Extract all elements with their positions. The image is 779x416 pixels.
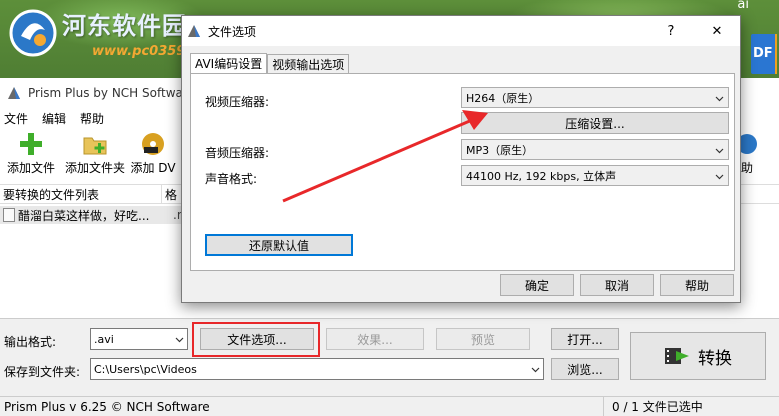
ok-button[interactable]: 确定 — [500, 274, 574, 296]
dvd-icon — [142, 133, 164, 155]
plus-icon — [20, 133, 42, 155]
file-options-dialog: 文件选项 ? ✕ AVI编码设置 视频输出选项 视频压缩器: H264（原生） … — [181, 15, 741, 303]
desktop-side-badge[interactable]: DF — [751, 34, 777, 74]
chevron-down-icon — [715, 96, 724, 102]
app-title: Prism Plus by NCH Software — [28, 86, 195, 100]
dialog-titlebar[interactable]: 文件选项 ? ✕ — [182, 16, 740, 46]
sound-format-label: 声音格式: — [205, 172, 258, 186]
desktop-corner-text: ai — [737, 0, 749, 12]
video-codec-value: H264（原生） — [466, 91, 540, 105]
tab-video-output[interactable]: 视频输出选项 — [267, 54, 350, 73]
effects-button[interactable]: 效果... — [326, 328, 424, 350]
add-file-button[interactable]: 添加文件 — [0, 130, 62, 180]
output-format-value: .avi — [94, 332, 114, 346]
open-button[interactable]: 打开... — [551, 328, 619, 350]
help-button[interactable]: 帮助 — [660, 274, 734, 296]
chevron-down-icon — [531, 367, 540, 373]
chevron-down-icon — [175, 337, 184, 343]
output-format-label: 输出格式: — [4, 335, 57, 349]
output-format-select[interactable]: .avi — [90, 328, 188, 350]
menu-file[interactable]: 文件 — [4, 110, 28, 127]
list-item-name: 醋溜白菜这样做，好吃... — [18, 208, 150, 223]
watermark-logo-icon — [9, 9, 57, 57]
save-folder-value: C:\Users\pc\Videos — [94, 362, 197, 376]
dialog-tabs: AVI编码设置 视频输出选项 — [190, 53, 350, 74]
sound-format-value: 44100 Hz, 192 kbps, 立体声 — [466, 169, 617, 183]
red-highlight-box — [192, 322, 320, 357]
video-file-icon — [3, 208, 15, 222]
watermark-title: 河东软件园 — [62, 11, 187, 40]
save-folder-select[interactable]: C:\Users\pc\Videos — [90, 358, 544, 380]
add-folder-button[interactable]: 添加文件夹 — [62, 130, 128, 180]
convert-button[interactable]: 转换 — [630, 332, 766, 380]
menu-edit[interactable]: 编辑 — [42, 110, 66, 127]
restore-defaults-button[interactable]: 还原默认值 — [205, 234, 353, 256]
audio-codec-select[interactable]: MP3（原生） — [461, 139, 729, 160]
video-codec-select[interactable]: H264（原生） — [461, 87, 729, 108]
column-header-file[interactable]: 要转换的文件列表 — [0, 185, 162, 203]
folder-add-icon — [83, 137, 107, 155]
audio-codec-label: 音频压缩器: — [205, 146, 270, 160]
preview-button[interactable]: 预览 — [436, 328, 530, 350]
chevron-down-icon — [715, 174, 724, 180]
avi-settings-panel: 视频压缩器: H264（原生） 压缩设置... 音频压缩器: MP3（原生） 声… — [190, 73, 735, 271]
video-codec-label: 视频压缩器: — [205, 95, 270, 109]
sound-format-select[interactable]: 44100 Hz, 192 kbps, 立体声 — [461, 165, 729, 186]
chevron-down-icon — [715, 148, 724, 154]
audio-codec-value: MP3（原生） — [466, 143, 534, 157]
status-selection: 0 / 1 文件已选中 — [612, 400, 703, 414]
prism-app-icon — [8, 87, 20, 99]
list-item[interactable]: 醋溜白菜这样做，好吃... .mp — [0, 206, 200, 224]
tab-avi-encoding[interactable]: AVI编码设置 — [190, 53, 268, 73]
compression-settings-button[interactable]: 压缩设置... — [461, 112, 729, 134]
film-convert-icon — [665, 348, 689, 364]
close-icon[interactable]: ✕ — [694, 16, 740, 46]
column-header-format[interactable]: 格 — [162, 186, 177, 203]
help-toolbar-label: 助 — [740, 161, 753, 175]
add-dvd-label: 添加 DV — [130, 161, 176, 175]
add-file-label: 添加文件 — [6, 161, 55, 175]
cancel-button[interactable]: 取消 — [580, 274, 654, 296]
status-version: Prism Plus v 6.25 © NCH Software — [0, 397, 604, 416]
add-folder-label: 添加文件夹 — [64, 161, 125, 175]
prism-app-icon — [188, 25, 200, 37]
dialog-title: 文件选项 — [208, 24, 257, 39]
convert-label: 转换 — [698, 348, 732, 369]
save-folder-label: 保存到文件夹: — [4, 365, 81, 379]
dialog-help-glyph[interactable]: ? — [648, 16, 694, 46]
menu-help[interactable]: 帮助 — [80, 110, 104, 127]
status-bar: Prism Plus v 6.25 © NCH Software 0 / 1 文… — [0, 396, 779, 416]
browse-button[interactable]: 浏览... — [551, 358, 619, 380]
add-dvd-button[interactable]: 添加 DV — [128, 130, 178, 180]
